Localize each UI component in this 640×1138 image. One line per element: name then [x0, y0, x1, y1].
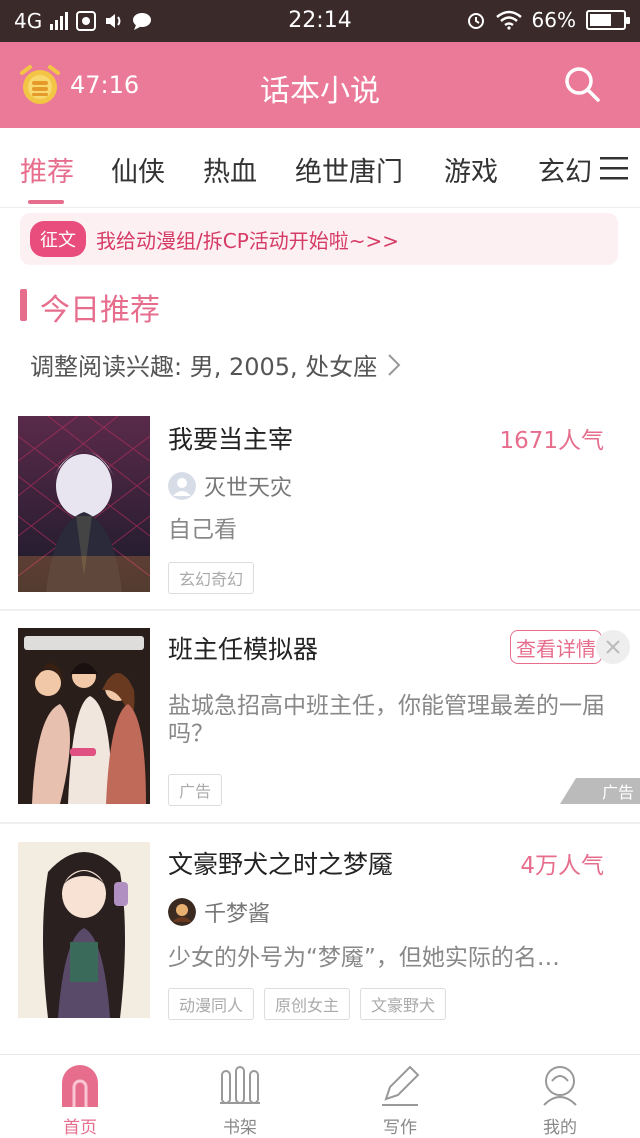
search-icon[interactable]	[562, 64, 602, 104]
tab-jueshi-tangmen[interactable]: 绝世唐门	[295, 150, 403, 189]
ad-tags: 广告	[168, 774, 223, 806]
book-tag[interactable]: 文豪野犬	[360, 988, 447, 1020]
book-tag[interactable]: 动漫同人	[168, 988, 255, 1020]
battery-percent: 66%	[531, 8, 576, 32]
pencil-icon	[382, 1065, 420, 1106]
nav-bookshelf[interactable]: 书架	[180, 1063, 300, 1138]
ad-mark-label: 广告	[601, 783, 634, 802]
category-tabs: 推荐 仙侠 热血 绝世唐门 游戏 玄幻	[0, 128, 640, 208]
book-title: 我要当主宰	[168, 425, 294, 454]
app-header: 47:16 话本小说	[0, 42, 640, 128]
battery-level	[590, 14, 611, 26]
divider	[0, 822, 640, 824]
book-tag[interactable]: 玄幻奇幻	[168, 562, 255, 594]
menu-icon[interactable]	[598, 154, 630, 182]
close-ad-button[interactable]	[596, 630, 630, 664]
book-description: 自己看	[168, 517, 237, 543]
ad-mark: 广告	[560, 778, 640, 804]
contest-banner[interactable]: 征文 我给动漫组/拆CP活动开始啦~>>	[20, 213, 618, 265]
status-right: 66%	[466, 8, 630, 32]
ad-tag: 广告	[168, 774, 223, 806]
nav-write[interactable]: 写作	[340, 1063, 460, 1138]
author-name: 灭世天灾	[204, 476, 293, 501]
tab-xuanhuan[interactable]: 玄幻	[538, 150, 592, 189]
reading-preference-link[interactable]: 调整阅读兴趣: 男, 2005, 处女座	[30, 347, 401, 382]
author-name: 千梦酱	[204, 902, 271, 927]
book-cover	[18, 842, 150, 1018]
book-author[interactable]: 灭世天灾	[168, 470, 292, 502]
close-icon	[606, 640, 620, 654]
nav-home-label: 首页	[63, 1118, 97, 1138]
nav-write-label: 写作	[383, 1118, 417, 1138]
tab-recommend[interactable]: 推荐	[20, 150, 74, 189]
book-popularity: 4万人气	[520, 853, 604, 879]
book-tags: 动漫同人 原创女主 文豪野犬	[168, 988, 447, 1020]
status-bar: 4G 22:14 66%	[0, 0, 640, 42]
book-author[interactable]: 千梦酱	[168, 896, 270, 928]
nav-bookshelf-label: 书架	[223, 1118, 257, 1138]
tab-rexue[interactable]: 热血	[203, 150, 257, 189]
alarm-icon	[467, 13, 484, 29]
nav-profile-label: 我的	[543, 1118, 577, 1138]
preference-text: 调整阅读兴趣: 男, 2005, 处女座	[30, 353, 378, 381]
chevron-right-icon	[388, 353, 401, 376]
banner-text: 我给动漫组/拆CP活动开始啦~>>	[96, 228, 400, 253]
bookshelf-icon	[220, 1066, 260, 1104]
tab-game[interactable]: 游戏	[444, 150, 498, 189]
book-cover	[18, 416, 150, 592]
section-title: 今日推荐	[40, 293, 160, 328]
avatar	[168, 898, 196, 926]
book-popularity: 1671人气	[499, 428, 604, 454]
book-tag[interactable]: 原创女主	[264, 988, 351, 1020]
ad-cover	[18, 628, 150, 804]
bottom-nav: 首页 书架 写作 我的	[0, 1054, 640, 1138]
ad-description: 盐城急招高中班主任，你能管理最差的一届吗？	[168, 693, 605, 747]
view-details-button[interactable]: 查看详情	[510, 630, 602, 664]
ad-title: 班主任模拟器	[168, 635, 319, 664]
tab-xianxia[interactable]: 仙侠	[111, 150, 165, 189]
active-tab-indicator	[28, 200, 64, 204]
divider	[0, 609, 640, 611]
home-icon	[62, 1065, 98, 1107]
profile-icon	[543, 1066, 577, 1106]
avatar	[168, 472, 196, 500]
book-title: 文豪野犬之时之梦魇	[168, 850, 394, 879]
battery-icon	[586, 10, 630, 30]
app-title: 话本小说	[260, 74, 380, 109]
wifi-icon	[495, 10, 522, 30]
contest-badge: 征文	[30, 221, 86, 257]
section-accent-bar	[20, 289, 27, 321]
nav-home[interactable]: 首页	[20, 1063, 140, 1138]
book-description: 少女的外号为“梦魇”，但她实际的名…	[168, 945, 560, 971]
book-tags: 玄幻奇幻	[168, 562, 255, 594]
nav-profile[interactable]: 我的	[500, 1063, 620, 1138]
